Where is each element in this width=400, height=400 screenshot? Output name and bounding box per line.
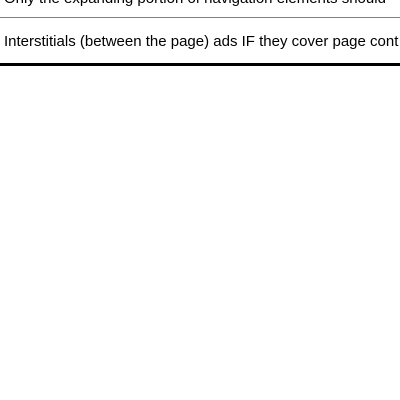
table-row: Interstitials (between the page) ads IF … (0, 18, 400, 66)
table-cell-text: Interstitials (between the page) ads IF … (4, 33, 399, 50)
table-row: Only the expanding portion of navigation… (0, 0, 400, 18)
blank-area (0, 67, 400, 400)
table-cell-text: Only the expanding portion of navigation… (4, 0, 386, 8)
policy-table: Only the expanding portion of navigation… (0, 0, 400, 66)
document-page: Only the expanding portion of navigation… (0, 0, 400, 400)
